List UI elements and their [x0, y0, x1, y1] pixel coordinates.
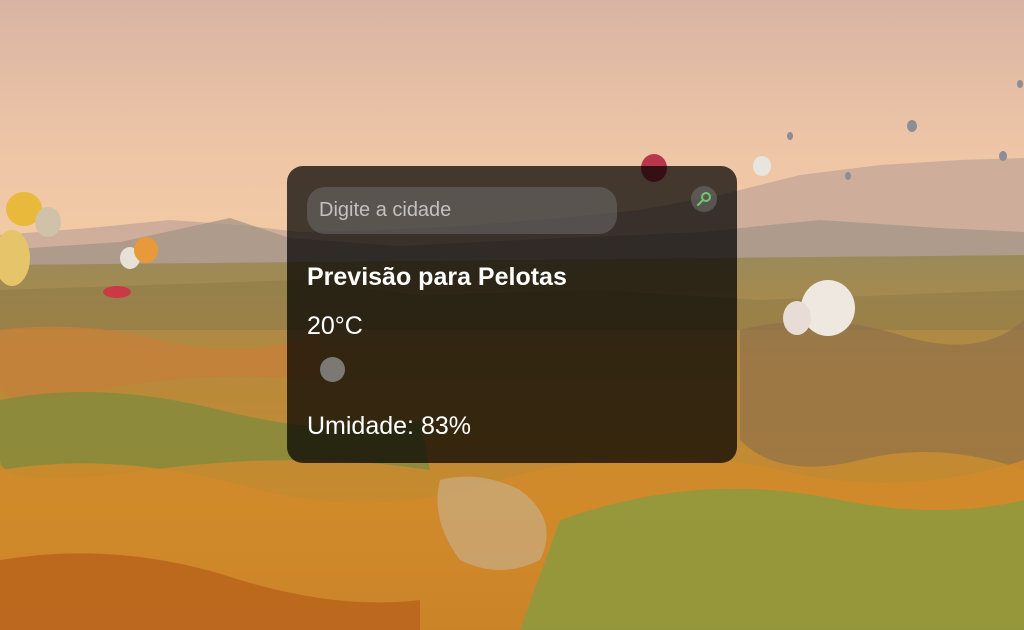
city-search-input[interactable]: [307, 187, 617, 234]
search-icon: [697, 192, 711, 206]
humidity-value: Umidade: 83%: [307, 412, 471, 440]
search-button[interactable]: [691, 186, 717, 212]
weather-card: Previsão para Pelotas 20°C Umidade: 83%: [287, 166, 737, 463]
forecast-title: Previsão para Pelotas: [307, 263, 567, 291]
weather-icon: [320, 357, 345, 382]
temperature-value: 20°C: [307, 312, 363, 340]
